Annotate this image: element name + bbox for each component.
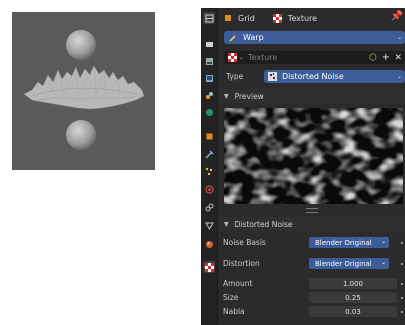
preview-title: Preview	[234, 91, 264, 101]
animate-property-dot[interactable]	[401, 297, 403, 299]
noise-texture-icon	[268, 72, 277, 81]
distortion-label: Distortion	[223, 259, 260, 268]
modifier-wrench-icon	[229, 34, 236, 42]
unlink-close-icon[interactable]: ✕	[394, 53, 402, 63]
viewport-preview	[12, 12, 155, 170]
object-icon[interactable]	[203, 130, 215, 142]
material-icon[interactable]	[203, 238, 215, 250]
physics-icon[interactable]	[203, 183, 215, 195]
modifier-selector[interactable]: Warp ⌄	[224, 31, 405, 44]
constraints-icon[interactable]	[203, 201, 215, 213]
collapse-triangle-icon: ▼	[224, 220, 229, 228]
output-icon[interactable]	[203, 55, 215, 67]
size-field[interactable]: 0.25	[309, 292, 397, 303]
nabla-label: Nabla	[223, 307, 245, 316]
noise-basis-value: Blender Original	[315, 238, 372, 247]
modifier-name: Warp	[243, 33, 264, 42]
object-icon	[225, 15, 231, 21]
texture-type-value: Distorted Noise	[282, 72, 344, 81]
browse-chevron-icon[interactable]: ⌄	[239, 54, 244, 61]
pin-icon[interactable]: 📌	[391, 11, 403, 22]
render-icon[interactable]	[203, 38, 215, 50]
top-sphere	[66, 30, 96, 60]
texture-name-field[interactable]: Texture	[248, 53, 277, 62]
preview-resize-handle[interactable]	[306, 208, 318, 213]
texture-icon	[228, 53, 237, 62]
texture-icon[interactable]	[203, 261, 215, 273]
texture-preview	[224, 108, 403, 204]
animate-property-dot[interactable]	[401, 283, 403, 285]
fake-user-shield-icon[interactable]: ⬡	[369, 53, 377, 63]
properties-tabs	[201, 8, 218, 325]
chevron-down-icon: ⌄	[396, 34, 402, 41]
animate-property-dot[interactable]	[401, 263, 403, 265]
animate-property-dot[interactable]	[401, 242, 403, 244]
new-texture-plus-icon[interactable]: +	[382, 52, 390, 63]
modifier-icon[interactable]	[203, 148, 215, 160]
bottom-sphere	[66, 120, 96, 150]
world-icon[interactable]	[203, 106, 215, 118]
type-label: Type	[226, 72, 244, 81]
distorted-noise-panel-header[interactable]: ▼ Distorted Noise	[218, 217, 405, 231]
preview-panel-header[interactable]: ▼ Preview	[218, 89, 405, 103]
scene-icon[interactable]	[203, 89, 215, 101]
amount-label: Amount	[223, 279, 253, 288]
texture-type-dropdown[interactable]: Distorted Noise ⌄	[264, 70, 405, 83]
texture-datablock-field[interactable]: ⌄ Texture ⬡ + ✕	[224, 51, 405, 64]
collapse-triangle-icon: ▼	[224, 92, 229, 100]
chevron-down-icon: ⌄	[380, 259, 386, 266]
noise-basis-dropdown[interactable]: Blender Original ⌄	[309, 237, 389, 248]
chevron-down-icon: ⌄	[396, 73, 402, 80]
data-icon[interactable]	[203, 219, 215, 231]
distortion-value: Blender Original	[315, 259, 372, 268]
texture-icon	[272, 13, 282, 23]
size-label: Size	[223, 293, 239, 302]
context-breadcrumb: Grid Texture 📌	[218, 10, 405, 26]
chevron-down-icon: ⌄	[380, 238, 386, 245]
nabla-field[interactable]: 0.03	[309, 306, 397, 317]
breadcrumb-texture-label: Texture	[287, 13, 318, 23]
properties-panel: Grid Texture 📌 Warp ⌄ ⌄ Texture ⬡ + ✕ Ty…	[201, 8, 405, 325]
breadcrumb-object[interactable]: Grid	[224, 14, 255, 23]
view-layer-icon[interactable]	[203, 72, 215, 84]
distortion-dropdown[interactable]: Blender Original ⌄	[309, 258, 389, 269]
amount-field[interactable]: 1.000	[309, 278, 397, 289]
breadcrumb-object-label: Grid	[238, 13, 255, 23]
particles-icon[interactable]	[203, 165, 215, 177]
properties-content: Grid Texture 📌 Warp ⌄ ⌄ Texture ⬡ + ✕ Ty…	[218, 8, 405, 325]
breadcrumb-texture[interactable]: Texture	[272, 13, 318, 23]
noise-basis-label: Noise Basis	[223, 238, 266, 247]
tool-icon[interactable]	[203, 12, 215, 24]
animate-property-dot[interactable]	[401, 311, 403, 313]
distorted-noise-title: Distorted Noise	[234, 219, 293, 229]
